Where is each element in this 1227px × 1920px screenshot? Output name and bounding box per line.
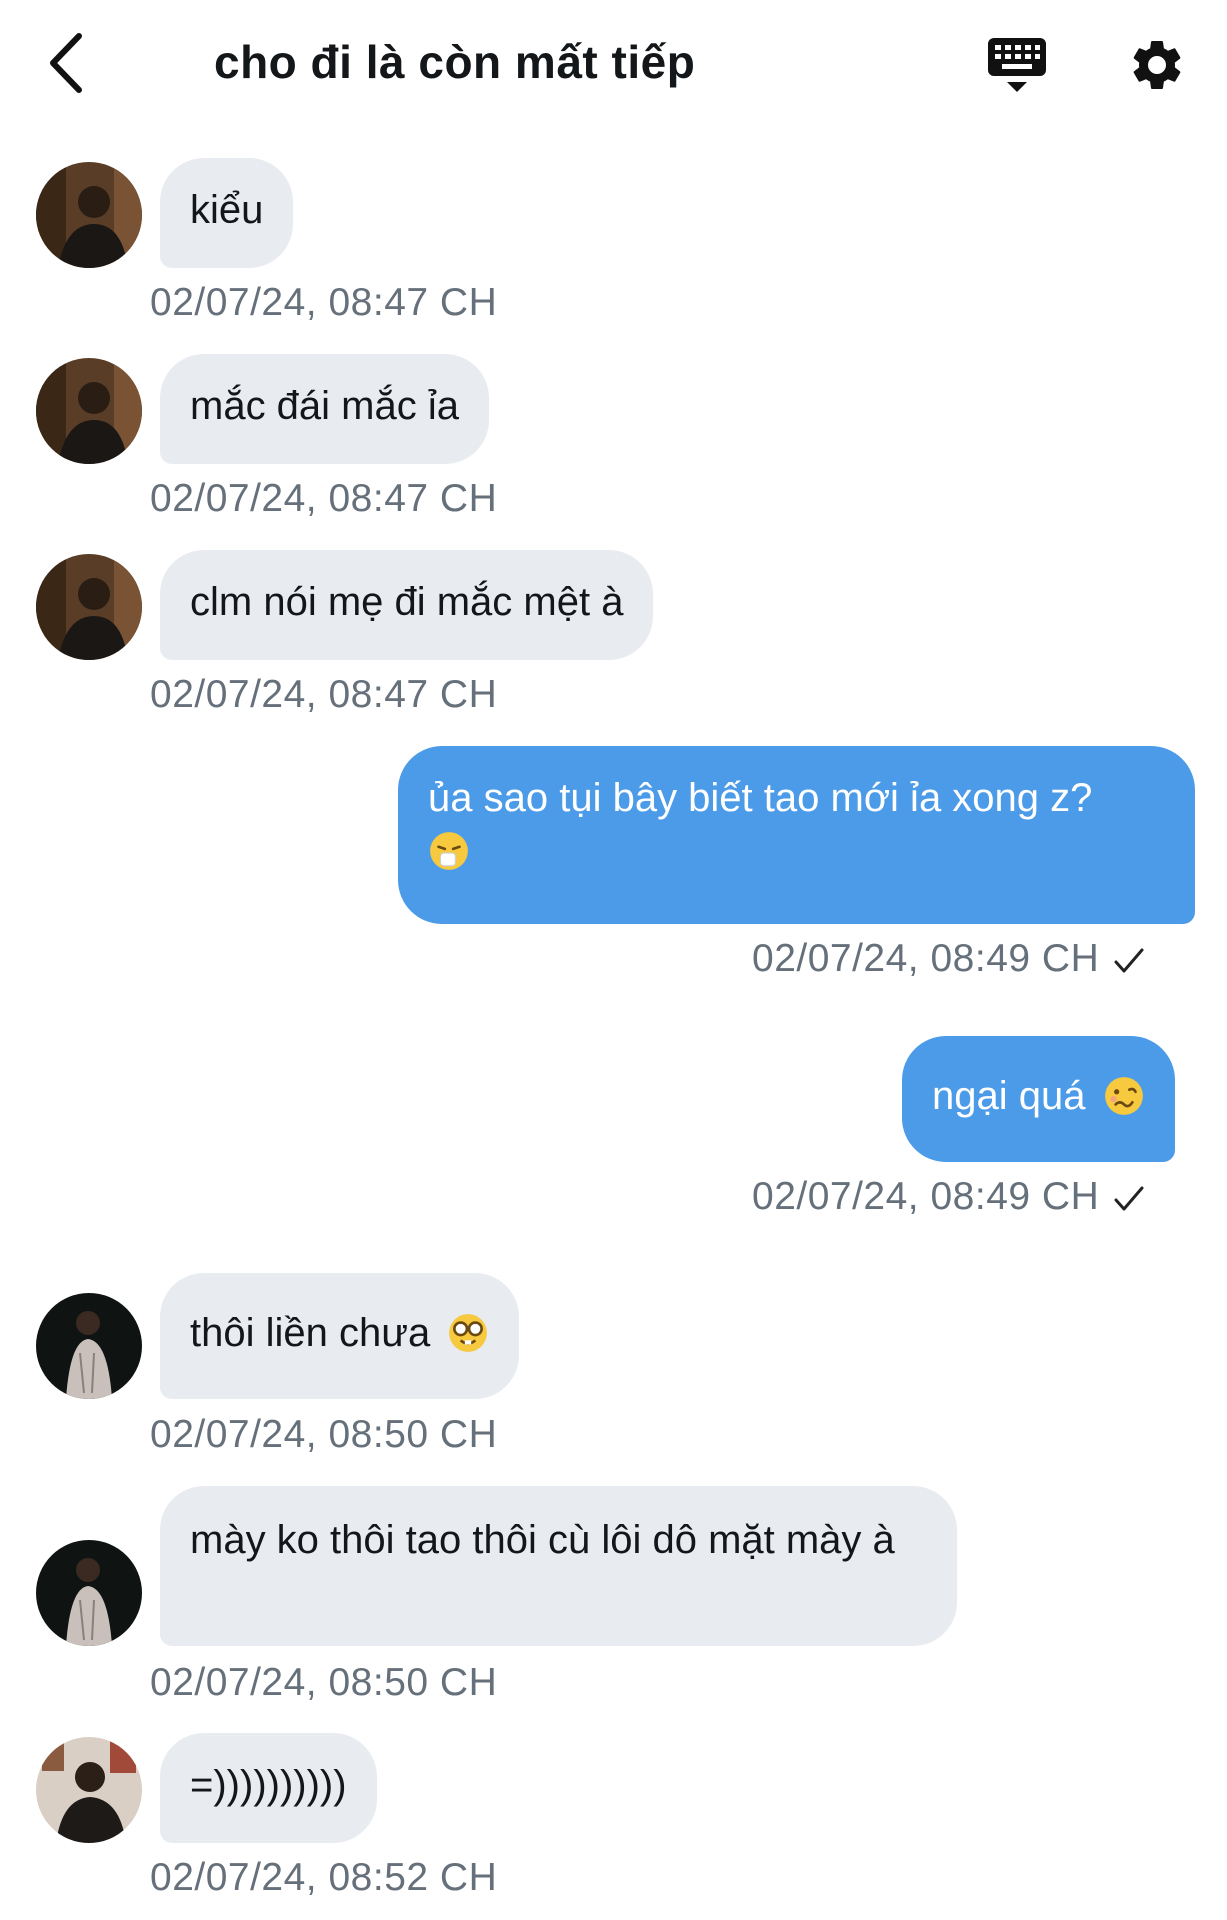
message-timestamp: 02/07/24, 08:47 CH — [150, 281, 498, 324]
message-text: mày ko thôi tao thôi cù lôi dô mặt mày à — [190, 1518, 895, 1562]
message-text: kiểu — [190, 188, 264, 232]
woozy-face-emoji — [1104, 1077, 1143, 1115]
message-timestamp: 02/07/24, 08:49 CH — [752, 1174, 1145, 1220]
sneezing-face-emoji — [430, 832, 468, 870]
message-bubble-outgoing[interactable]: ủa sao tụi bây biết tao mới ỉa xong z? — [398, 746, 1195, 924]
avatar-photo — [36, 358, 142, 464]
avatar[interactable] — [36, 358, 142, 464]
nerd-face-emoji — [449, 1314, 488, 1352]
message-bubble[interactable]: thôi liền chưa — [160, 1273, 520, 1399]
back-button[interactable] — [40, 25, 90, 100]
message-timestamp: 02/07/24, 08:50 CH — [150, 1413, 498, 1456]
message-bubble-outgoing[interactable]: ngại quá — [902, 1036, 1175, 1162]
avatar-photo — [36, 1293, 142, 1399]
avatar[interactable] — [36, 1737, 142, 1843]
avatar-photo — [36, 554, 142, 660]
chat-header: cho đi là còn mất tiếp — [0, 0, 1227, 125]
message-timestamp: 02/07/24, 08:47 CH — [150, 477, 498, 520]
chevron-left-icon — [50, 32, 82, 93]
timestamp-text: 02/07/24, 08:49 CH — [752, 937, 1100, 980]
sent-check-icon — [1114, 948, 1144, 973]
message-timestamp: 02/07/24, 08:52 CH — [150, 1856, 498, 1899]
message-bubble[interactable]: clm nói mẹ đi mắc mệt à — [160, 550, 654, 660]
conversation-title: cho đi là còn mất tiếp — [214, 36, 696, 88]
message-text: =)))))))))) — [190, 1763, 347, 1807]
message-timestamp: 02/07/24, 08:47 CH — [150, 673, 498, 716]
keyboard-button[interactable] — [982, 30, 1052, 100]
gear-icon — [1133, 40, 1181, 89]
message-text: clm nói mẹ đi mắc mệt à — [190, 580, 624, 624]
timestamp-text: 02/07/24, 08:49 CH — [752, 1175, 1100, 1218]
avatar[interactable] — [36, 1293, 142, 1399]
message-bubble[interactable]: =)))))))))) — [160, 1733, 377, 1843]
message-text: ngại quá — [932, 1074, 1086, 1118]
sent-check-icon — [1114, 1186, 1144, 1211]
settings-button[interactable] — [1122, 30, 1192, 100]
avatar[interactable] — [36, 1540, 142, 1646]
message-text: ủa sao tụi bây biết tao mới ỉa xong z? — [428, 776, 1093, 820]
avatar[interactable] — [36, 554, 142, 660]
avatar-photo — [36, 1737, 142, 1843]
message-bubble[interactable]: kiểu — [160, 158, 294, 268]
avatar[interactable] — [36, 162, 142, 268]
message-timestamp: 02/07/24, 08:50 CH — [150, 1661, 498, 1704]
message-bubble[interactable]: mắc đái mắc ỉa — [160, 354, 489, 464]
keyboard-icon — [988, 38, 1046, 92]
message-text: thôi liền chưa — [190, 1311, 431, 1355]
message-text: mắc đái mắc ỉa — [190, 384, 459, 428]
message-bubble[interactable]: mày ko thôi tao thôi cù lôi dô mặt mày à — [160, 1486, 957, 1646]
avatar-photo — [36, 1540, 142, 1646]
avatar-photo — [36, 162, 142, 268]
message-timestamp: 02/07/24, 08:49 CH — [752, 936, 1145, 982]
